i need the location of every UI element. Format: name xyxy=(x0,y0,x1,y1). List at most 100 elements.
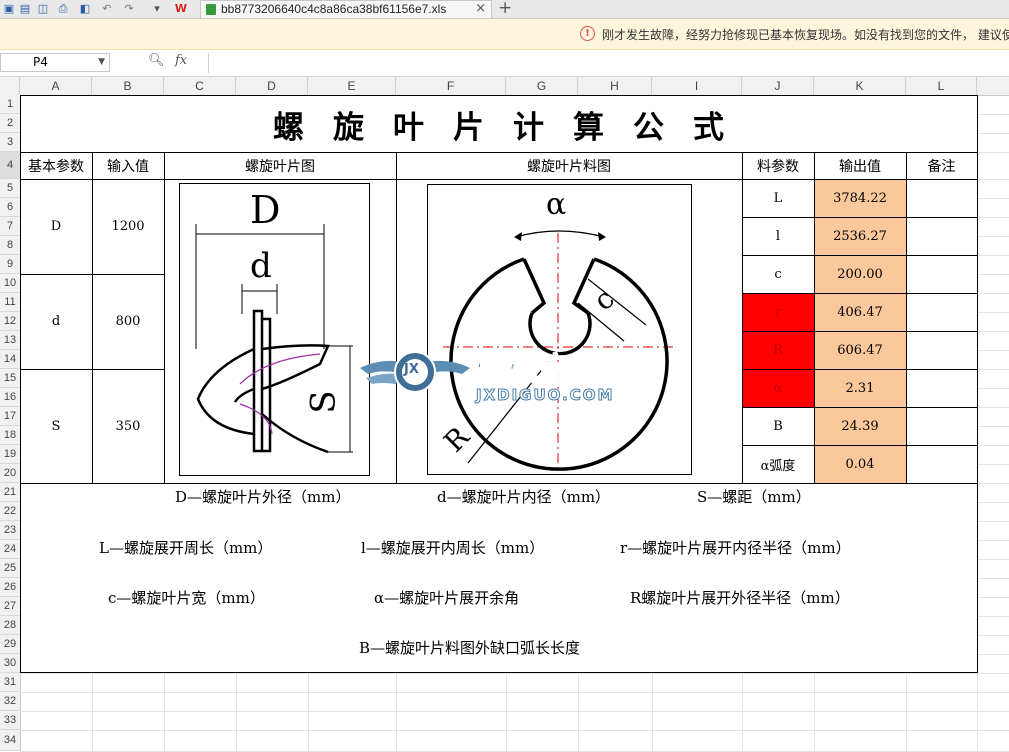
row-header[interactable]: 32 xyxy=(0,692,20,711)
row-header[interactable]: 16 xyxy=(0,388,20,407)
header-remark[interactable]: 备注 xyxy=(906,152,977,179)
desc-D[interactable]: D—螺旋叶片外径（mm） xyxy=(175,486,350,507)
row-header[interactable]: 4 xyxy=(0,152,20,179)
column-header[interactable]: G xyxy=(506,77,578,95)
input-name-cell[interactable]: D xyxy=(20,179,92,274)
row-header[interactable]: 33 xyxy=(0,711,20,730)
output-value-cell[interactable]: 2536.27 xyxy=(814,217,906,255)
material-drawing[interactable]: α c R xyxy=(427,184,692,475)
formula-input[interactable] xyxy=(216,55,996,73)
row-header[interactable]: 2 xyxy=(0,114,20,133)
row-header[interactable]: 24 xyxy=(0,540,20,559)
add-tab-icon[interactable]: + xyxy=(498,0,512,18)
header-base-param[interactable]: 基本参数 xyxy=(20,152,92,179)
output-name-cell-highlighted[interactable]: r xyxy=(742,293,814,331)
row-header[interactable]: 17 xyxy=(0,407,20,426)
output-name-cell-highlighted[interactable]: R xyxy=(742,331,814,369)
output-name-cell[interactable]: α弧度 xyxy=(742,445,814,483)
output-name-cell[interactable]: c xyxy=(742,255,814,293)
output-value-cell[interactable]: 606.47 xyxy=(814,331,906,369)
zoom-icon[interactable]: 🔍︎ xyxy=(148,53,165,68)
row-header[interactable]: 30 xyxy=(0,654,20,673)
row-header[interactable]: 1 xyxy=(0,95,20,114)
row-header[interactable]: 5 xyxy=(0,179,20,198)
output-value-cell[interactable]: 0.04 xyxy=(814,445,906,483)
column-header[interactable]: J xyxy=(742,77,814,95)
blade-drawing[interactable]: D d S xyxy=(179,183,370,476)
row-header[interactable]: 12 xyxy=(0,312,20,331)
row-header[interactable]: 10 xyxy=(0,274,20,293)
row-header[interactable]: 29 xyxy=(0,635,20,654)
row-header[interactable]: 31 xyxy=(0,673,20,692)
row-header[interactable]: 7 xyxy=(0,217,20,236)
function-icon[interactable]: fx xyxy=(175,53,187,68)
output-name-cell-highlighted[interactable]: α xyxy=(742,369,814,407)
output-name-cell[interactable]: l xyxy=(742,217,814,255)
header-material-drawing[interactable]: 螺旋叶片料图 xyxy=(396,152,742,179)
row-header[interactable]: 11 xyxy=(0,293,20,312)
header-input-value[interactable]: 输入值 xyxy=(92,152,164,179)
desc-r[interactable]: r—螺旋叶片展开内径半径（mm） xyxy=(620,537,851,558)
file-tab[interactable]: bb8773206640c4c8a86ca38bf61156e7.xls × xyxy=(200,0,492,18)
row-header[interactable]: 22 xyxy=(0,502,20,521)
input-value-cell[interactable]: 800 xyxy=(92,274,164,369)
export-pdf-icon[interactable]: ◫ xyxy=(36,2,50,16)
output-value-cell[interactable]: 3784.22 xyxy=(814,179,906,217)
column-header[interactable]: C xyxy=(164,77,236,95)
column-header[interactable]: K xyxy=(814,77,906,95)
desc-alpha[interactable]: α—螺旋叶片展开余角 xyxy=(374,587,519,608)
select-all-corner[interactable] xyxy=(0,77,20,95)
desc-L[interactable]: L—螺旋展开周长（mm） xyxy=(99,537,272,558)
desc-d[interactable]: d—螺旋叶片内径（mm） xyxy=(437,486,610,507)
row-header[interactable]: 21 xyxy=(0,483,20,502)
column-header[interactable]: I xyxy=(652,77,742,95)
column-header[interactable]: L xyxy=(906,77,977,95)
sheet-title[interactable]: 螺旋叶片计算公式 xyxy=(20,96,977,152)
column-header[interactable]: F xyxy=(396,77,506,95)
column-header[interactable]: B xyxy=(92,77,164,95)
row-header[interactable]: 9 xyxy=(0,255,20,274)
header-blade-drawing[interactable]: 螺旋叶片图 xyxy=(164,152,396,179)
output-value-cell[interactable]: 2.31 xyxy=(814,369,906,407)
column-header[interactable]: A xyxy=(20,77,92,95)
row-header[interactable]: 26 xyxy=(0,578,20,597)
row-header[interactable]: 14 xyxy=(0,350,20,369)
row-header[interactable]: 18 xyxy=(0,426,20,445)
save-icon[interactable]: ▣ xyxy=(2,2,16,16)
input-value-cell[interactable]: 1200 xyxy=(92,179,164,274)
row-header[interactable]: 27 xyxy=(0,597,20,616)
input-value-cell[interactable]: 350 xyxy=(92,369,164,483)
input-name-cell[interactable]: d xyxy=(20,274,92,369)
output-name-cell[interactable]: B xyxy=(742,407,814,445)
header-output-value[interactable]: 输出值 xyxy=(814,152,906,179)
row-header[interactable]: 3 xyxy=(0,133,20,152)
desc-c[interactable]: c—螺旋叶片宽（mm） xyxy=(108,587,265,608)
column-header[interactable]: D xyxy=(236,77,308,95)
wps-logo-icon[interactable]: W xyxy=(174,2,188,16)
row-header[interactable]: 25 xyxy=(0,559,20,578)
redo-icon[interactable]: ↷ xyxy=(122,2,136,16)
column-header-extra[interactable] xyxy=(977,77,1009,95)
column-header[interactable]: E xyxy=(308,77,396,95)
desc-l[interactable]: l—螺旋展开内周长（mm） xyxy=(361,537,544,558)
row-header[interactable]: 34 xyxy=(0,730,20,751)
name-box[interactable]: P4 ▼ xyxy=(0,53,110,72)
desc-S[interactable]: S—螺距（mm） xyxy=(697,486,811,507)
output-value-cell[interactable]: 406.47 xyxy=(814,293,906,331)
output-value-cell[interactable]: 24.39 xyxy=(814,407,906,445)
chevron-down-icon[interactable]: ▾ xyxy=(150,2,164,16)
open-icon[interactable]: ▤ xyxy=(18,2,32,16)
desc-B[interactable]: B—螺旋叶片料图外缺口弧长长度 xyxy=(359,637,580,658)
row-header[interactable]: 6 xyxy=(0,198,20,217)
column-header[interactable]: H xyxy=(578,77,652,95)
row-header[interactable]: 23 xyxy=(0,521,20,540)
undo-icon[interactable]: ↶ xyxy=(100,2,114,16)
row-header[interactable]: 15 xyxy=(0,369,20,388)
row-header[interactable]: 13 xyxy=(0,331,20,350)
header-mat-param[interactable]: 料参数 xyxy=(742,152,814,179)
row-header[interactable]: 20 xyxy=(0,464,20,483)
desc-R[interactable]: R螺旋叶片展开外径半径（mm） xyxy=(630,587,850,608)
close-tab-icon[interactable]: × xyxy=(475,1,486,16)
output-value-cell[interactable]: 200.00 xyxy=(814,255,906,293)
preview-icon[interactable]: ◧ xyxy=(78,2,92,16)
